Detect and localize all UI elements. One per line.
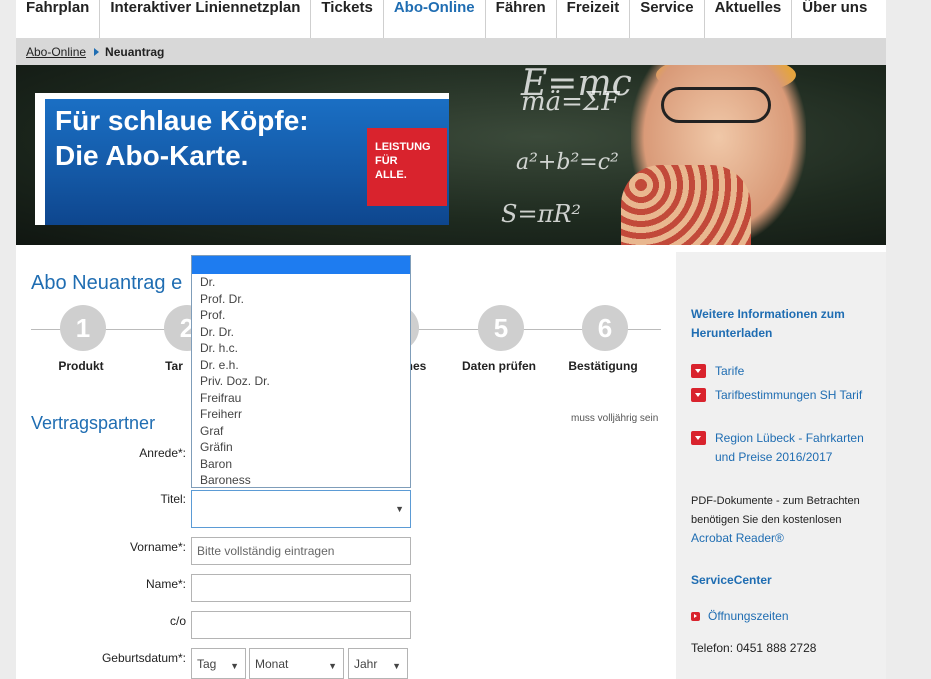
breadcrumb-current: Neuantrag [105,44,165,59]
pdf-note: PDF-Dokumente - zum Betrachten benötigen… [691,495,860,526]
vorname-input[interactable]: Bitte vollständig eintragen [191,537,411,565]
co-label: c/o [169,614,186,628]
acrobat-reader-link[interactable]: Acrobat Reader® [691,531,784,545]
titel-option[interactable]: Prof. [192,307,410,324]
age-note: muss volljährig sein [571,413,659,424]
step-1-label: Produkt [58,359,104,373]
titel-option-empty[interactable] [192,256,410,274]
download-link-region-luebeck[interactable]: Region Lübeck - Fahrkarten und Preise 20… [691,429,871,467]
nav-item-tickets[interactable]: Tickets [311,0,384,38]
titel-option[interactable]: Baroness [192,472,410,489]
nav-item-service[interactable]: Service [630,0,705,38]
download-icon [691,364,706,378]
service-phone: Telefon: 0451 888 2728 [691,641,817,655]
nav-item-faehren[interactable]: Fähren [486,0,557,38]
monat-select[interactable]: Monat ▼ [249,648,344,679]
child-shirt-image [621,165,751,245]
anrede-label: Anrede*: [139,446,186,460]
nav-item-ueber-uns[interactable]: Über uns [792,0,877,38]
co-input[interactable] [191,611,411,639]
titel-option[interactable]: Dr. e.h. [192,357,410,374]
titel-option[interactable]: Dr. [192,274,410,291]
breadcrumb: Abo-Online Neuantrag [16,38,886,65]
titel-option[interactable]: Dr. Dr. [192,324,410,341]
nav-item-freizeit[interactable]: Freizeit [557,0,631,38]
hero-banner: E=mc mä=ΣF a²+b²=c² S=πR² Für schlaue Kö… [16,65,886,245]
page-margin [886,0,931,679]
titel-select[interactable]: ▼ [191,490,411,528]
titel-option[interactable]: Priv. Doz. Dr. [192,373,410,390]
step-5-circle: 5 [478,305,524,351]
jahr-select[interactable]: Jahr ▼ [348,648,408,679]
page: Fahrplan Interaktiver Liniennetzplan Tic… [16,0,886,679]
promo-line-2: Die Abo-Karte. [55,140,249,171]
titel-option[interactable]: Gräfin [192,439,410,456]
play-icon [691,612,700,621]
titel-option[interactable]: Dr. h.c. [192,340,410,357]
child-glasses-image [661,87,771,123]
step-6-circle: 6 [582,305,628,351]
download-link-tarifbestimmungen[interactable]: Tarifbestimmungen SH Tarif [691,386,871,405]
promo-line-1: Für schlaue Köpfe: [55,105,309,136]
geburtsdatum-label: Geburtsdatum*: [101,651,186,665]
page-title: Abo Neuantrag e [31,272,183,294]
top-nav: Fahrplan Interaktiver Liniennetzplan Tic… [16,0,886,38]
name-input[interactable] [191,574,411,602]
leistung-badge: LEISTUNG FÜR ALLE. [367,128,447,206]
name-label: Name*: [145,577,186,591]
nav-item-aktuelles[interactable]: Aktuelles [705,0,793,38]
servicecenter-heading: ServiceCenter [691,573,772,587]
titel-option[interactable]: Baron [192,456,410,473]
titel-option[interactable]: Graf [192,423,410,440]
chalk-formula-circle: S=πR² [501,200,582,228]
info-sidebar: Weitere Informationen zum Herunterladen … [676,252,886,679]
titel-option[interactable]: Freiherr [192,406,410,423]
downloads-heading: Weitere Informationen zum Herunterladen [691,307,845,340]
download-icon [691,388,706,402]
nav-item-fahrplan[interactable]: Fahrplan [16,0,101,38]
chevron-down-icon: ▼ [230,661,239,671]
step-5-label: Daten prüfen [461,359,536,373]
promo-box: Für schlaue Köpfe: Die Abo-Karte. LEISTU… [35,93,449,225]
chevron-down-icon: ▼ [328,661,337,671]
titel-option[interactable]: Freifrau [192,390,410,407]
step-1-circle: 1 [60,305,106,351]
chevron-down-icon: ▼ [392,661,401,671]
section-title: Vertragspartner [31,413,156,433]
chalk-formula-pythagoras: a²+b²=c² [516,150,619,175]
titel-label: Titel: [160,492,186,506]
titel-option[interactable]: Prof. Dr. [192,291,410,308]
chevron-down-icon: ▼ [395,504,404,514]
titel-dropdown-list: Dr. Prof. Dr. Prof. Dr. Dr. Dr. h.c. Dr.… [191,255,411,488]
nav-item-abo-online[interactable]: Abo-Online [384,0,486,38]
step-6-label: Bestätigung [568,359,638,373]
chalk-formula-force: mä=ΣF [521,87,620,117]
download-icon [691,431,706,445]
download-link-tarife[interactable]: Tarife [691,362,871,381]
nav-item-liniennetzplan[interactable]: Interaktiver Liniennetzplan [100,0,312,38]
tag-select[interactable]: Tag ▼ [191,648,246,679]
oeffnungszeiten-link[interactable]: Öffnungszeiten [691,607,871,626]
breadcrumb-arrow-icon [94,47,100,56]
vorname-label: Vorname*: [129,540,186,554]
breadcrumb-link-abo-online[interactable]: Abo-Online [26,45,86,59]
